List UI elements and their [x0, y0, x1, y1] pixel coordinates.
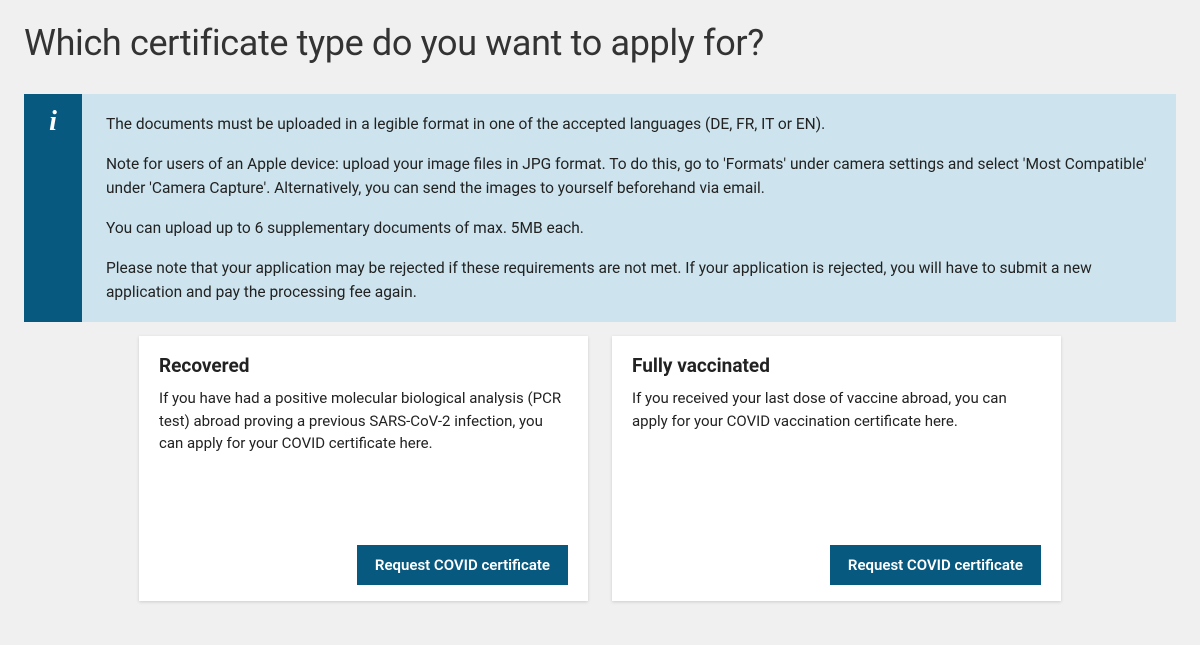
info-paragraph: The documents must be uploaded in a legi…	[106, 112, 1154, 136]
info-paragraph: You can upload up to 6 supplementary doc…	[106, 216, 1154, 240]
info-paragraph: Please note that your application may be…	[106, 256, 1154, 304]
info-banner: i The documents must be uploaded in a le…	[24, 94, 1176, 322]
card-recovered: Recovered If you have had a positive mol…	[139, 336, 588, 601]
card-title: Fully vaccinated	[632, 354, 1041, 377]
certificate-options: Recovered If you have had a positive mol…	[24, 336, 1176, 601]
info-content: The documents must be uploaded in a legi…	[82, 94, 1176, 322]
card-title: Recovered	[159, 354, 568, 377]
request-recovered-button[interactable]: Request COVID certificate	[357, 545, 568, 585]
card-footer: Request COVID certificate	[159, 545, 568, 585]
info-sidebar: i	[24, 94, 82, 322]
request-vaccinated-button[interactable]: Request COVID certificate	[830, 545, 1041, 585]
card-description: If you have had a positive molecular bio…	[159, 387, 568, 545]
info-paragraph: Note for users of an Apple device: uploa…	[106, 152, 1154, 200]
card-footer: Request COVID certificate	[632, 545, 1041, 585]
info-icon: i	[49, 108, 57, 322]
page-title: Which certificate type do you want to ap…	[24, 22, 1176, 64]
card-vaccinated: Fully vaccinated If you received your la…	[612, 336, 1061, 601]
card-description: If you received your last dose of vaccin…	[632, 387, 1041, 545]
